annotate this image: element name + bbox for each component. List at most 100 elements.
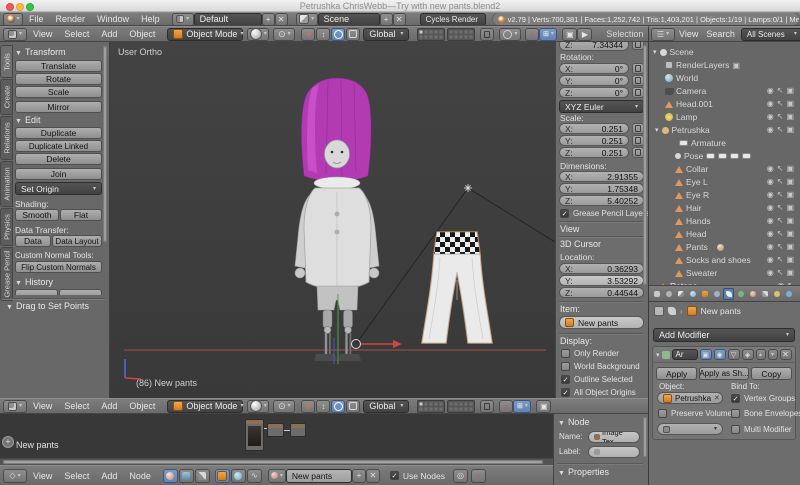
flip-custom-normals-button[interactable]: Flip Custom Normals <box>15 261 102 273</box>
smooth-button[interactable]: Smooth <box>15 209 59 221</box>
pin-button[interactable]: ◎ <box>453 469 468 483</box>
layers-widget-a[interactable] <box>417 400 445 413</box>
output-node[interactable] <box>290 423 306 437</box>
collapse-icon[interactable]: ▾ <box>656 351 660 359</box>
eye-icon[interactable]: ◉ <box>767 269 774 277</box>
item-name-field[interactable]: New pants <box>559 316 644 329</box>
data-button[interactable]: Data <box>15 235 51 247</box>
shader-node[interactable] <box>267 423 284 437</box>
modifier-show-cage-toggle[interactable]: ◈ <box>742 349 754 360</box>
display-panel-header[interactable]: Display: <box>560 336 592 346</box>
eye-icon[interactable]: ◉ <box>767 87 774 95</box>
apply-as-shape-button[interactable]: Apply as Sh... <box>699 367 748 380</box>
menu-select[interactable]: Select <box>58 471 95 481</box>
outliner-row[interactable]: Collar ◉↖▣ <box>649 163 798 175</box>
only-render-checkbox[interactable] <box>561 349 570 358</box>
screen-layout-icon-button[interactable]: ▾ <box>172 13 194 26</box>
edit-panel-header[interactable]: ▼Edit <box>15 115 102 125</box>
cursor-z-field[interactable]: Z:0.44544 <box>559 287 644 298</box>
modifier-move-up-button[interactable]: ▴ <box>756 349 766 360</box>
tab-texture[interactable] <box>759 288 770 300</box>
lamp-marker[interactable] <box>464 184 472 192</box>
tab-object-data[interactable] <box>735 288 746 300</box>
tab-scene[interactable] <box>675 288 686 300</box>
cursor-panel-header[interactable]: 3D Cursor <box>560 239 601 249</box>
outliner-row[interactable]: Hair ◉↖▣ <box>649 202 798 214</box>
mode-dropdown[interactable]: Object Mode▾ <box>167 400 243 413</box>
modifier-show-viewport-toggle[interactable]: ◉ <box>714 349 726 360</box>
compositing-nodes-button[interactable] <box>179 469 194 483</box>
eye-icon[interactable]: ◉ <box>767 178 774 186</box>
modifier-delete-button[interactable]: ✕ <box>780 349 792 360</box>
unlink-material-button[interactable]: ✕ <box>366 469 380 483</box>
operator-panel-header[interactable]: ▼Drag to Set Points <box>6 301 89 311</box>
pivot-point-dropdown[interactable]: ⊙▾ <box>273 400 295 413</box>
outliner-row[interactable]: Eye R ◉↖▣ <box>649 189 798 201</box>
menu-view[interactable]: View <box>27 401 58 411</box>
camera-render-icon[interactable]: ▣ <box>786 113 794 121</box>
translate-manipulator-button[interactable]: ↕ <box>316 400 330 413</box>
use-nodes-checkbox[interactable]: ✓ <box>390 471 399 480</box>
snap-node-button[interactable]: ∩ <box>471 469 486 483</box>
add-layout-button[interactable]: + <box>262 13 275 26</box>
dim-x-field[interactable]: X:2.91355 <box>559 171 644 182</box>
menu-object[interactable]: Object <box>123 401 161 411</box>
object-shader-button[interactable] <box>215 469 230 483</box>
rotate-button[interactable]: Rotate <box>15 73 102 85</box>
cursor-icon[interactable]: ↖ <box>777 269 784 277</box>
outliner-row[interactable]: RenderLayers ▣ <box>649 59 798 71</box>
scene-icon-button[interactable]: ▾ <box>296 13 318 26</box>
duplicate-button[interactable]: Duplicate <box>15 127 102 139</box>
shader-nodes-button[interactable] <box>163 469 178 483</box>
outliner-filter-dropdown[interactable]: All Scenes▾ <box>741 28 800 41</box>
cursor-y-field[interactable]: Y:3.53292 <box>559 275 644 286</box>
rotation-z-field[interactable]: Z:0° <box>559 87 629 98</box>
camera-render-icon[interactable]: ▣ <box>786 269 794 277</box>
rotation-x-field[interactable]: X:0° <box>559 63 629 74</box>
cursor-icon[interactable]: ↖ <box>777 204 784 212</box>
outliner-menu-search[interactable]: Search <box>702 29 739 39</box>
opengl-render-anim-button[interactable]: ▶ <box>577 28 592 41</box>
camera-render-icon[interactable]: ▣ <box>786 256 794 264</box>
node-panel-header[interactable]: ▼Node <box>558 417 589 427</box>
node-label-field[interactable] <box>588 446 640 458</box>
outliner-row[interactable]: Camera ◉↖▣ <box>649 85 798 97</box>
cursor-icon[interactable]: ↖ <box>777 217 784 225</box>
dim-z-field[interactable]: Z:5.40252 <box>559 195 644 206</box>
object-field[interactable]: Petrushka ✕ <box>657 392 723 404</box>
tab-world[interactable] <box>687 288 698 300</box>
layers-widget-b[interactable] <box>447 400 475 413</box>
cursor-icon[interactable]: ↖ <box>777 243 784 251</box>
outliner-menu-view[interactable]: View <box>675 29 702 39</box>
blender-menu-button[interactable]: ▾ <box>3 13 23 26</box>
lock-to-scene-button[interactable] <box>480 28 494 41</box>
camera-render-icon[interactable]: ▣ <box>786 243 794 251</box>
panel-toggle-icon[interactable]: + <box>2 436 14 448</box>
outliner-row[interactable]: ▾ Scene <box>649 46 798 58</box>
multi-modifier-checkbox[interactable] <box>731 425 740 434</box>
join-button[interactable]: Join <box>15 168 102 180</box>
tab-object[interactable] <box>699 288 710 300</box>
menu-node[interactable]: Node <box>123 471 157 481</box>
item-panel-header[interactable]: Item: <box>560 304 580 314</box>
vertex-group-field[interactable]: ▾ <box>657 423 723 435</box>
history-panel-header[interactable]: ▼History <box>15 277 102 287</box>
browse-material-button[interactable]: ▾ <box>268 469 286 483</box>
texture-nodes-button[interactable] <box>195 469 210 483</box>
camera-render-icon[interactable]: ▣ <box>786 100 794 108</box>
petrushka-character[interactable] <box>295 78 379 361</box>
tab-render[interactable] <box>651 288 662 300</box>
cursor-icon[interactable]: ↖ <box>777 126 784 134</box>
node-editor-hscrollbar[interactable] <box>0 458 553 465</box>
eye-icon[interactable]: ◉ <box>767 126 774 134</box>
cursor-icon[interactable]: ↖ <box>777 256 784 264</box>
eye-icon[interactable]: ◉ <box>767 191 774 199</box>
dim-y-field[interactable]: Y:1.75348 <box>559 183 644 194</box>
cursor-icon[interactable]: ↖ <box>777 100 784 108</box>
eye-icon[interactable]: ◉ <box>767 113 774 121</box>
world-background-checkbox[interactable] <box>561 362 570 371</box>
eye-icon[interactable]: ◉ <box>767 243 774 251</box>
menu-add[interactable]: Add <box>95 401 123 411</box>
outliner-row[interactable]: Hands ◉↖▣ <box>649 215 798 227</box>
proportional-edit-dropdown[interactable]: ▾ <box>499 28 521 41</box>
